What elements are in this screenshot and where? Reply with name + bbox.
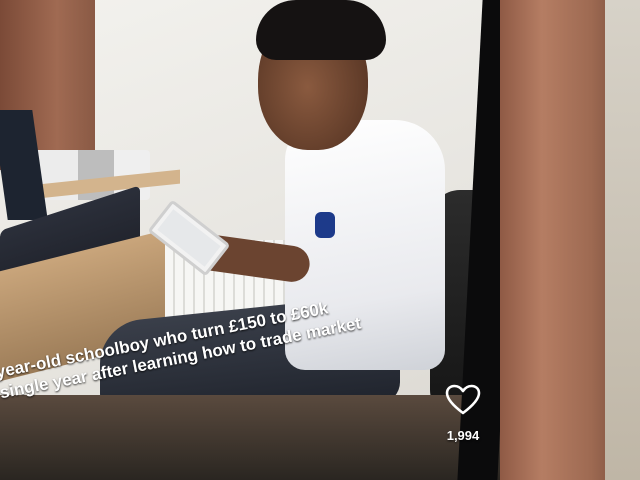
shirt-logo	[315, 212, 335, 238]
heart-icon[interactable]	[445, 384, 481, 416]
like-button[interactable]: 1,994	[442, 384, 484, 443]
person-hair	[256, 0, 386, 60]
next-post-preview	[0, 395, 510, 480]
background-right	[605, 0, 640, 480]
photo-scene	[0, 0, 640, 480]
like-count: 1,994	[446, 428, 480, 443]
